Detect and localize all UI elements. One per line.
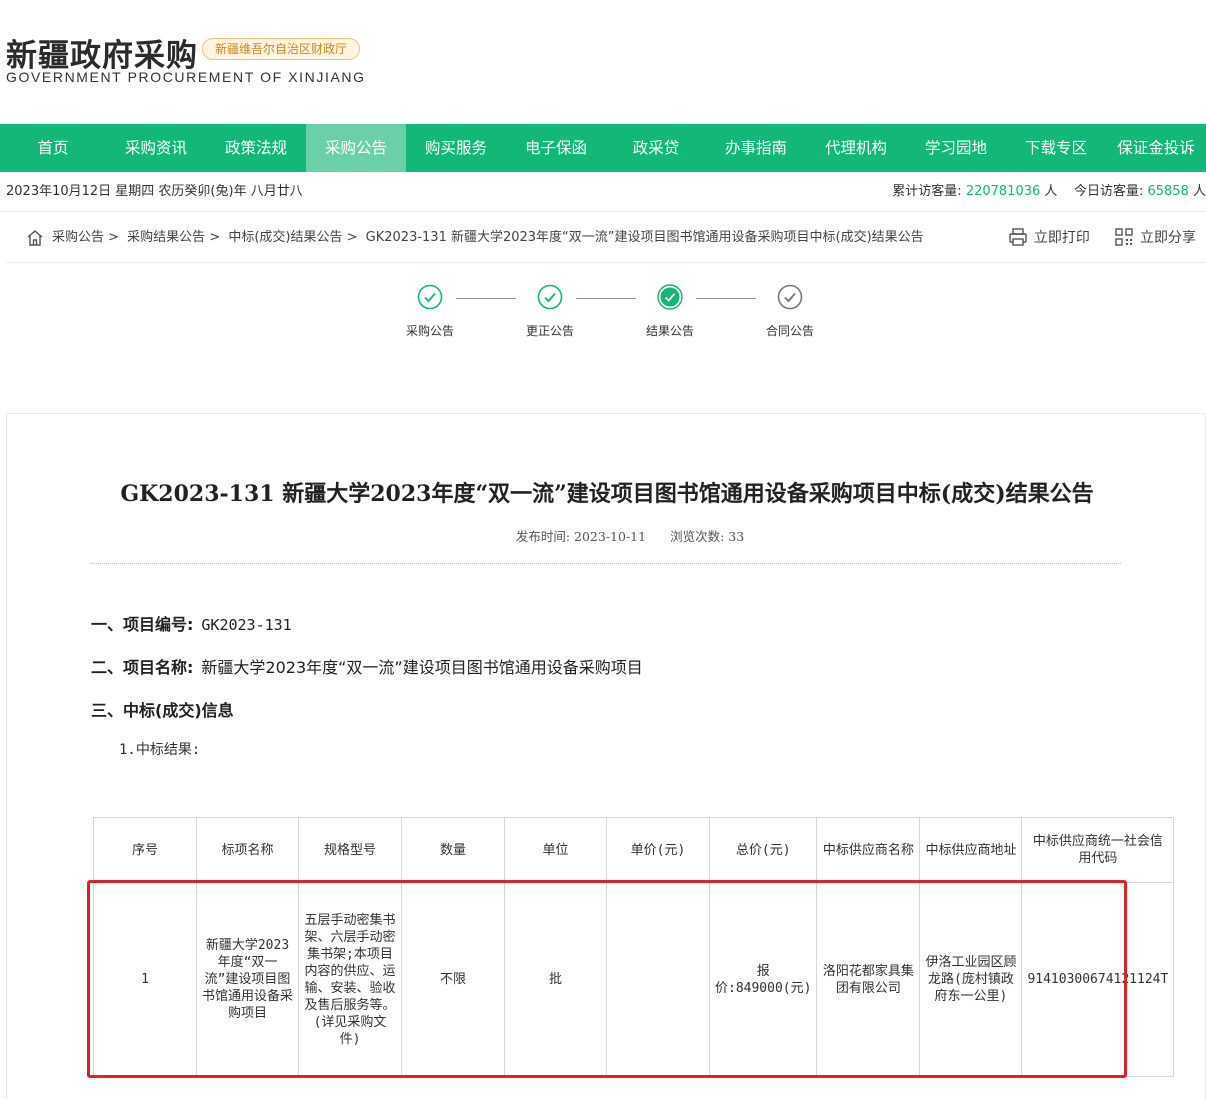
- qrcode-icon: [1115, 228, 1133, 246]
- total-visitors-value: 220781036: [965, 184, 1041, 199]
- nav-item-guide[interactable]: 办事指南: [706, 124, 806, 172]
- step-label: 采购公告: [405, 324, 454, 338]
- breadcrumb: 采购公告 > 采购结果公告 > 中标(成交)结果公告 > GK2023-131 …: [6, 213, 1206, 263]
- table-row: 1 新疆大学2023年度“双一流”建设项目图书馆通用设备采购项目 五层手动密集书…: [93, 882, 1175, 1077]
- printer-icon: [1009, 228, 1027, 246]
- step-procurement[interactable]: 采购公告: [400, 284, 460, 339]
- nav-item-agencies[interactable]: 代理机构: [806, 124, 906, 172]
- date-bar: 2023年10月12日 星期四 农历癸卯(兔)年 八月廿八 累计访客量: 220…: [0, 172, 1206, 212]
- award-table: 序号 标项名称 规格型号 数量 单位 单价(元) 总价(元) 中标供应商名称 中…: [93, 817, 1175, 1077]
- check-circle-icon: [537, 284, 563, 310]
- table-cell: 91410300674121124T: [1021, 882, 1175, 1077]
- article-meta: 发布时间: 2023-10-11 浏览次数: 33: [7, 526, 1206, 545]
- today-visitors-label: 今日访客量:: [1073, 184, 1144, 199]
- main-nav: 首页 采购资讯 政策法规 采购公告 购买服务 电子保函 政采贷 办事指南 代理机…: [0, 124, 1206, 172]
- step-connector: [456, 298, 516, 299]
- section-value: GK2023-131: [201, 616, 292, 634]
- table-header: 数量: [401, 817, 505, 883]
- table-cell: 新疆大学2023年度“双一流”建设项目图书馆通用设备采购项目: [196, 882, 299, 1077]
- nav-item-learning[interactable]: 学习园地: [906, 124, 1006, 172]
- table-cell: 不限: [401, 882, 505, 1077]
- table-cell: 五层手动密集书架、六层手动密集书架;本项目内容的供应、运输、安装、验收及售后服务…: [298, 882, 402, 1077]
- award-result-heading: 1.中标结果:: [119, 742, 201, 758]
- department-badge: 新疆维吾尔自治区财政厅: [202, 38, 361, 60]
- check-circle-icon: [417, 284, 443, 310]
- section-value: 新疆大学2023年度“双一流”建设项目图书馆通用设备采购项目: [201, 658, 643, 677]
- share-button[interactable]: 立即分享: [1114, 213, 1196, 263]
- breadcrumb-item[interactable]: 采购结果公告 >: [127, 230, 220, 245]
- table-header: 标项名称: [196, 817, 299, 883]
- step-result[interactable]: 结果公告: [640, 284, 700, 339]
- section-project-name: 二、项目名称: 新疆大学2023年度“双一流”建设项目图书馆通用设备采购项目: [91, 654, 643, 678]
- check-circle-filled-icon: [657, 284, 683, 310]
- breadcrumb-current: GK2023-131 新疆大学2023年度“双一流”建设项目图书馆通用设备采购项…: [365, 230, 924, 245]
- table-cell: 洛阳花都家具集团有限公司: [816, 882, 921, 1077]
- today-visitors-value: 65858: [1147, 184, 1189, 199]
- nav-item-policy[interactable]: 政策法规: [206, 124, 306, 172]
- total-visitors-label: 累计访客量:: [892, 184, 962, 199]
- step-label: 合同公告: [765, 324, 814, 338]
- breadcrumb-list: 采购公告 > 采购结果公告 > 中标(成交)结果公告 > GK2023-131 …: [52, 213, 928, 263]
- article-title: GK2023-131 新疆大学2023年度“双一流”建设项目图书馆通用设备采购项…: [120, 481, 1094, 507]
- nav-item-loan[interactable]: 政采贷: [606, 124, 706, 172]
- check-circle-gray-icon: [777, 284, 803, 310]
- nav-item-home[interactable]: 首页: [0, 124, 106, 172]
- visitor-stats: 累计访客量: 220781036 人 今日访客量: 65858 人: [892, 172, 1206, 212]
- nav-item-e-guarantee[interactable]: 电子保函: [506, 124, 606, 172]
- breadcrumb-item[interactable]: 中标(成交)结果公告 >: [228, 230, 357, 245]
- table-header: 中标供应商地址: [919, 817, 1023, 883]
- view-count: 浏览次数: 33: [670, 529, 745, 544]
- page-tools: 立即打印 立即分享: [988, 213, 1196, 264]
- nav-item-downloads[interactable]: 下载专区: [1006, 124, 1106, 172]
- current-date: 2023年10月12日 星期四 农历癸卯(兔)年 八月廿八: [6, 184, 303, 199]
- section-label: 二、项目名称:: [91, 658, 194, 677]
- step-contract[interactable]: 合同公告: [760, 284, 820, 339]
- table-cell: 报价:849000(元): [708, 882, 818, 1077]
- print-label: 立即打印: [1033, 230, 1090, 246]
- nav-item-purchase-service[interactable]: 购买服务: [406, 124, 506, 172]
- step-label: 更正公告: [525, 324, 574, 338]
- announcement-progress: 采购公告 更正公告 结果公告 合同公告: [400, 284, 820, 344]
- section-award-info: 三、中标(成交)信息: [91, 697, 234, 721]
- table-cell: 伊洛工业园区顾龙路(庞村镇政府东一公里): [919, 882, 1023, 1077]
- table-header: 序号: [93, 817, 197, 883]
- table-header: 中标供应商名称: [816, 817, 921, 883]
- publish-date: 发布时间: 2023-10-11: [515, 529, 647, 544]
- breadcrumb-item[interactable]: 采购公告 >: [52, 230, 119, 245]
- section-project-number: 一、项目编号: GK2023-131: [91, 611, 292, 635]
- table-cell: 批: [504, 882, 607, 1077]
- site-header: 新疆政府采购 新疆维吾尔自治区财政厅 GOVERNMENT PROCUREMEN…: [0, 0, 1206, 124]
- home-icon[interactable]: [26, 229, 44, 247]
- table-header: 中标供应商统一社会信用代码: [1021, 817, 1175, 883]
- section-label: 三、中标(成交)信息: [91, 701, 234, 720]
- step-label: 结果公告: [645, 324, 694, 338]
- table-header-row: 序号 标项名称 规格型号 数量 单位 单价(元) 总价(元) 中标供应商名称 中…: [93, 817, 1175, 883]
- print-button[interactable]: 立即打印: [1008, 213, 1090, 263]
- table-header: 规格型号: [298, 817, 402, 883]
- title-divider: [91, 563, 1121, 564]
- share-label: 立即分享: [1140, 230, 1196, 246]
- nav-item-deposit-complaint[interactable]: 保证金投诉: [1106, 124, 1206, 172]
- nav-item-news[interactable]: 采购资讯: [106, 124, 206, 172]
- nav-item-announcements[interactable]: 采购公告: [306, 124, 406, 172]
- step-connector: [696, 298, 756, 299]
- site-logo-en: GOVERNMENT PROCUREMENT OF XINJIANG: [6, 69, 366, 85]
- table-cell: 1: [93, 882, 197, 1077]
- section-label: 一、项目编号:: [91, 615, 194, 634]
- step-correction[interactable]: 更正公告: [520, 284, 580, 339]
- table-header: 总价(元): [708, 817, 818, 883]
- article-panel: GK2023-131 新疆大学2023年度“双一流”建设项目图书馆通用设备采购项…: [6, 413, 1206, 1099]
- table-cell: [606, 882, 710, 1077]
- step-connector: [576, 298, 636, 299]
- table-header: 单位: [504, 817, 607, 883]
- today-visitors-unit: 人: [1192, 184, 1206, 199]
- total-visitors-unit: 人: [1044, 184, 1058, 199]
- table-header: 单价(元): [606, 817, 710, 883]
